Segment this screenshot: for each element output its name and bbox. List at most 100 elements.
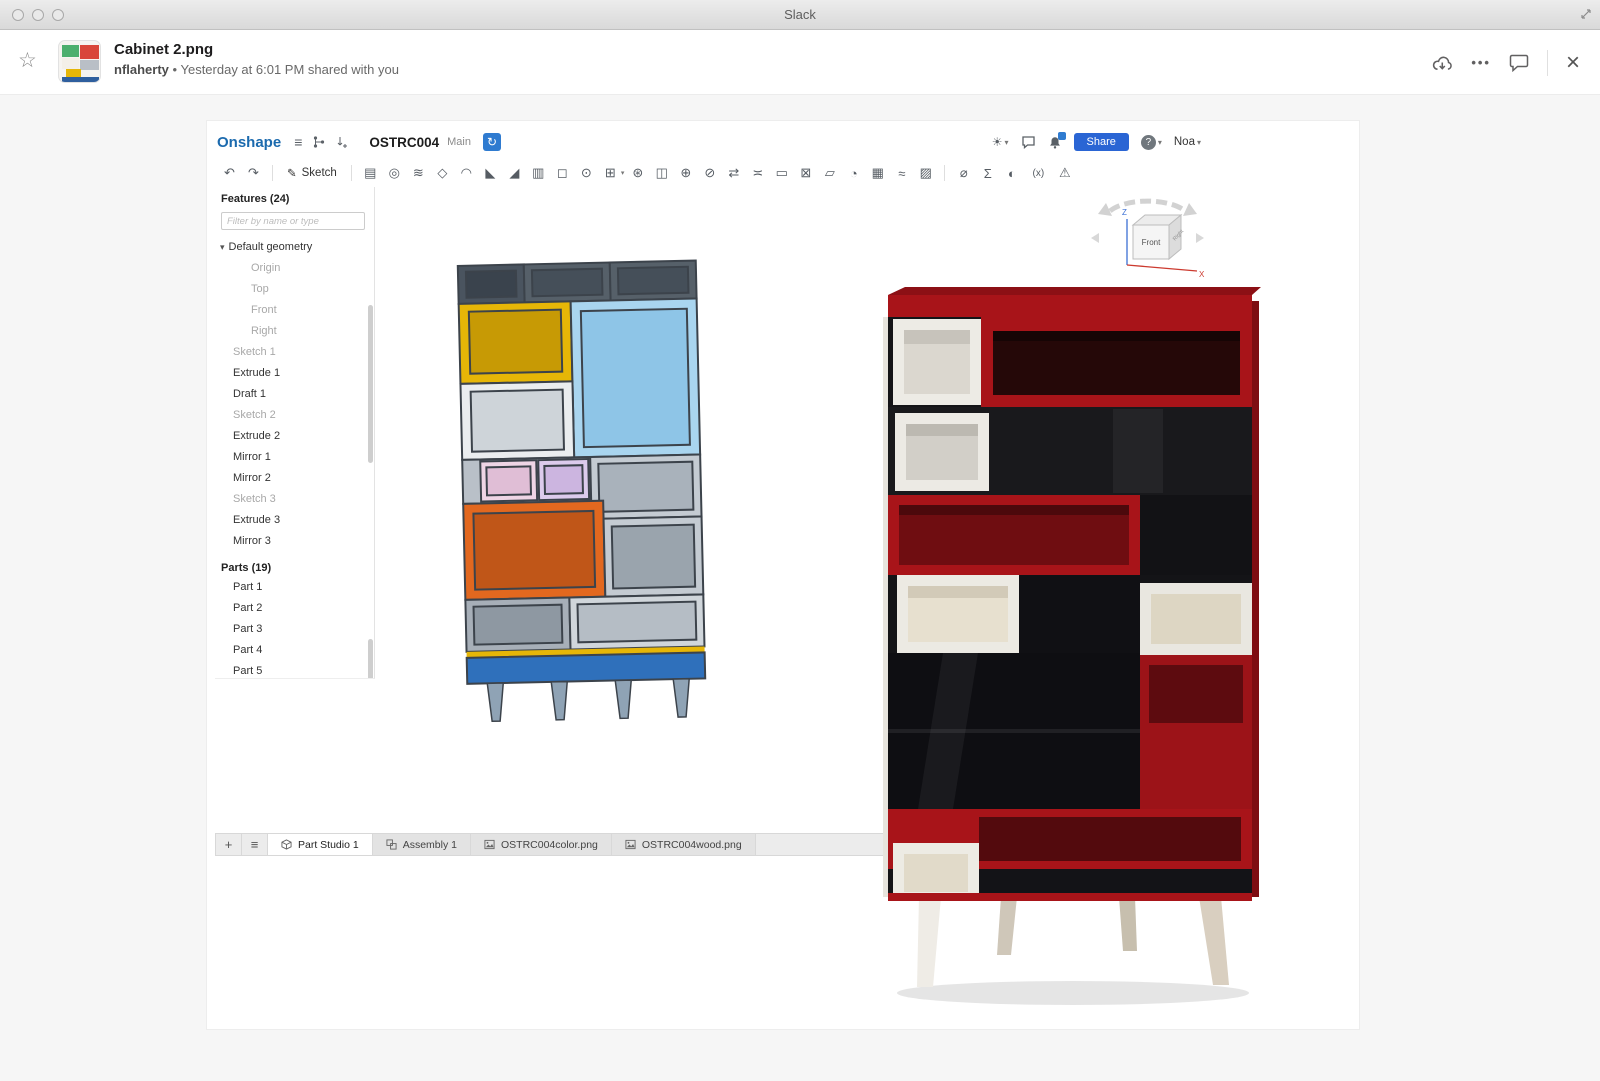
version-tree-icon[interactable] (312, 135, 326, 149)
chevron-down-icon[interactable]: ▾ (220, 242, 225, 252)
move-face-tool-icon[interactable]: ▭ (771, 163, 792, 183)
notifications-bell-icon[interactable] (1048, 135, 1062, 150)
list-item-part-4[interactable]: Part 4 (215, 640, 374, 661)
mirror-tool-icon[interactable]: ◫ (651, 163, 672, 183)
chamfer-tool-icon[interactable]: ◣ (480, 163, 501, 183)
curve-tool-icon[interactable]: ≈ (891, 163, 912, 183)
pattern-dropdown-caret[interactable]: ▾ (621, 169, 625, 177)
file-thumbnail[interactable] (58, 40, 101, 83)
transform-tool-icon[interactable]: ⇄ (723, 163, 744, 183)
undo-icon[interactable]: ↶ (219, 163, 240, 183)
sketch-button[interactable]: ✎ Sketch (287, 166, 337, 180)
tree-item-mirror-1[interactable]: Mirror 1 (215, 447, 374, 468)
close-window-button[interactable] (12, 9, 24, 21)
tab-assembly-1[interactable]: Assembly 1 (373, 834, 471, 855)
circular-pattern-tool-icon[interactable]: ⊛ (627, 163, 648, 183)
measure-tool-icon[interactable]: ⌀ (953, 163, 974, 183)
x-axis-label: X (1199, 270, 1205, 279)
fillet-tool-icon[interactable]: ◠ (456, 163, 477, 183)
features-filter-input[interactable] (221, 212, 365, 230)
tree-item-sketch-2[interactable]: Sketch 2 (215, 405, 374, 426)
cad-cabinet-model[interactable] (455, 259, 725, 729)
surface-tool-icon[interactable]: ▨ (915, 163, 936, 183)
workspace-label[interactable]: Main (447, 136, 471, 148)
more-actions-icon[interactable]: ••• (1471, 55, 1491, 70)
list-item-part-2[interactable]: Part 2 (215, 598, 374, 619)
file-shared-time: Yesterday at 6:01 PM shared with you (180, 62, 398, 77)
modify-fillet-tool-icon[interactable]: ◔ (843, 163, 864, 183)
sheet-metal-tool-icon[interactable]: ▦ (867, 163, 888, 183)
hamburger-menu-icon[interactable]: ≡ (294, 134, 302, 150)
rib-tool-icon[interactable]: ▥ (528, 163, 549, 183)
file-preview-image[interactable]: Onshape ≡ OSTRC004 Main ↻ ☀▾ Share (206, 120, 1360, 1030)
tree-item-extrude-1[interactable]: Extrude 1 (215, 363, 374, 384)
help-icon: ? (1141, 135, 1156, 150)
hole-tool-icon[interactable]: ⊙ (576, 163, 597, 183)
tree-item-draft-1[interactable]: Draft 1 (215, 384, 374, 405)
draft-tool-icon[interactable]: ◢ (504, 163, 525, 183)
help-menu[interactable]: ? ▾ (1141, 135, 1162, 150)
sweep-tool-icon[interactable]: ≋ (408, 163, 429, 183)
tree-item-right[interactable]: Right (215, 321, 374, 342)
tab-ostrc004wood-png[interactable]: OSTRC004wood.png (612, 834, 756, 855)
loft-tool-icon[interactable]: ◇ (432, 163, 453, 183)
tree-item-front[interactable]: Front (215, 300, 374, 321)
delete-face-tool-icon[interactable]: ⊠ (795, 163, 816, 183)
titlebar[interactable]: Slack (0, 0, 1600, 30)
tree-item-mirror-2[interactable]: Mirror 2 (215, 468, 374, 489)
viewcube-front-label: Front (1142, 238, 1161, 247)
tab-ostrc004color-png[interactable]: OSTRC004color.png (471, 834, 612, 855)
revolve-tool-icon[interactable]: ◎ (384, 163, 405, 183)
tree-item-mirror-3[interactable]: Mirror 3 (215, 531, 374, 552)
parts-list: Part 1 Part 2 Part 3 Part 4 Part 5 (215, 577, 374, 679)
tab-label: Part Studio 1 (298, 839, 359, 851)
resize-icon[interactable] (1580, 7, 1592, 25)
tree-item-origin[interactable]: Origin (215, 258, 374, 279)
tree-item-top[interactable]: Top (215, 279, 374, 300)
boolean-tool-icon[interactable]: ⊕ (675, 163, 696, 183)
follow-mode-icon[interactable] (336, 135, 349, 149)
meta-dot: • (173, 62, 178, 77)
variables-tool-icon[interactable]: (x) (1025, 163, 1051, 183)
download-icon[interactable] (1432, 54, 1453, 72)
comment-icon[interactable] (1509, 53, 1529, 72)
replace-face-tool-icon[interactable]: ▱ (819, 163, 840, 183)
star-button[interactable]: ☆ (18, 48, 37, 73)
tree-item-sketch-1[interactable]: Sketch 1 (215, 342, 374, 363)
appearance-tool-icon[interactable]: ◐ (1001, 163, 1022, 183)
tree-item-extrude-3[interactable]: Extrude 3 (215, 510, 374, 531)
file-meta: nflaherty • Yesterday at 6:01 PM shared … (114, 62, 399, 77)
comments-icon[interactable] (1021, 135, 1036, 149)
features-scrollbar[interactable] (368, 305, 373, 463)
tab-list-icon[interactable]: ≡ (242, 834, 268, 855)
close-preview-icon[interactable]: × (1566, 51, 1580, 75)
sync-icon[interactable]: ↻ (483, 133, 501, 151)
warning-icon[interactable]: ⚠ (1054, 163, 1075, 183)
mass-properties-tool-icon[interactable]: Σ (977, 163, 998, 183)
view-cube[interactable]: Front Right Z X (1085, 185, 1210, 297)
share-button[interactable]: Share (1074, 133, 1129, 151)
file-info: Cabinet 2.png nflaherty • Yesterday at 6… (114, 41, 399, 77)
header-divider (1547, 50, 1548, 76)
redo-icon[interactable]: ↷ (243, 163, 264, 183)
linear-pattern-tool-icon[interactable]: ⊞ (600, 163, 621, 183)
tree-item-extrude-2[interactable]: Extrude 2 (215, 426, 374, 447)
add-tab-button[interactable]: + (216, 834, 242, 855)
split-tool-icon[interactable]: ⊘ (699, 163, 720, 183)
tab-part-studio-1[interactable]: Part Studio 1 (268, 834, 373, 855)
extrude-tool-icon[interactable]: ▤ (360, 163, 381, 183)
tree-item-default-geometry[interactable]: ▾Default geometry (215, 237, 374, 258)
parts-scrollbar[interactable] (368, 639, 373, 679)
user-menu[interactable]: Noa ▾ (1174, 136, 1201, 148)
minimize-window-button[interactable] (32, 9, 44, 21)
slack-window: Slack ☆ Cabinet 2.png nflaherty • Yester… (0, 0, 1600, 1081)
list-item-part-3[interactable]: Part 3 (215, 619, 374, 640)
tree-item-sketch-3[interactable]: Sketch 3 (215, 489, 374, 510)
shell-tool-icon[interactable]: ◻ (552, 163, 573, 183)
offset-surface-tool-icon[interactable]: ≍ (747, 163, 768, 183)
zoom-window-button[interactable] (52, 9, 64, 21)
list-item-part-5[interactable]: Part 5 (215, 661, 374, 679)
file-author[interactable]: nflaherty (114, 62, 169, 77)
list-item-part-1[interactable]: Part 1 (215, 577, 374, 598)
display-settings-icon[interactable]: ☀▾ (992, 135, 1009, 149)
